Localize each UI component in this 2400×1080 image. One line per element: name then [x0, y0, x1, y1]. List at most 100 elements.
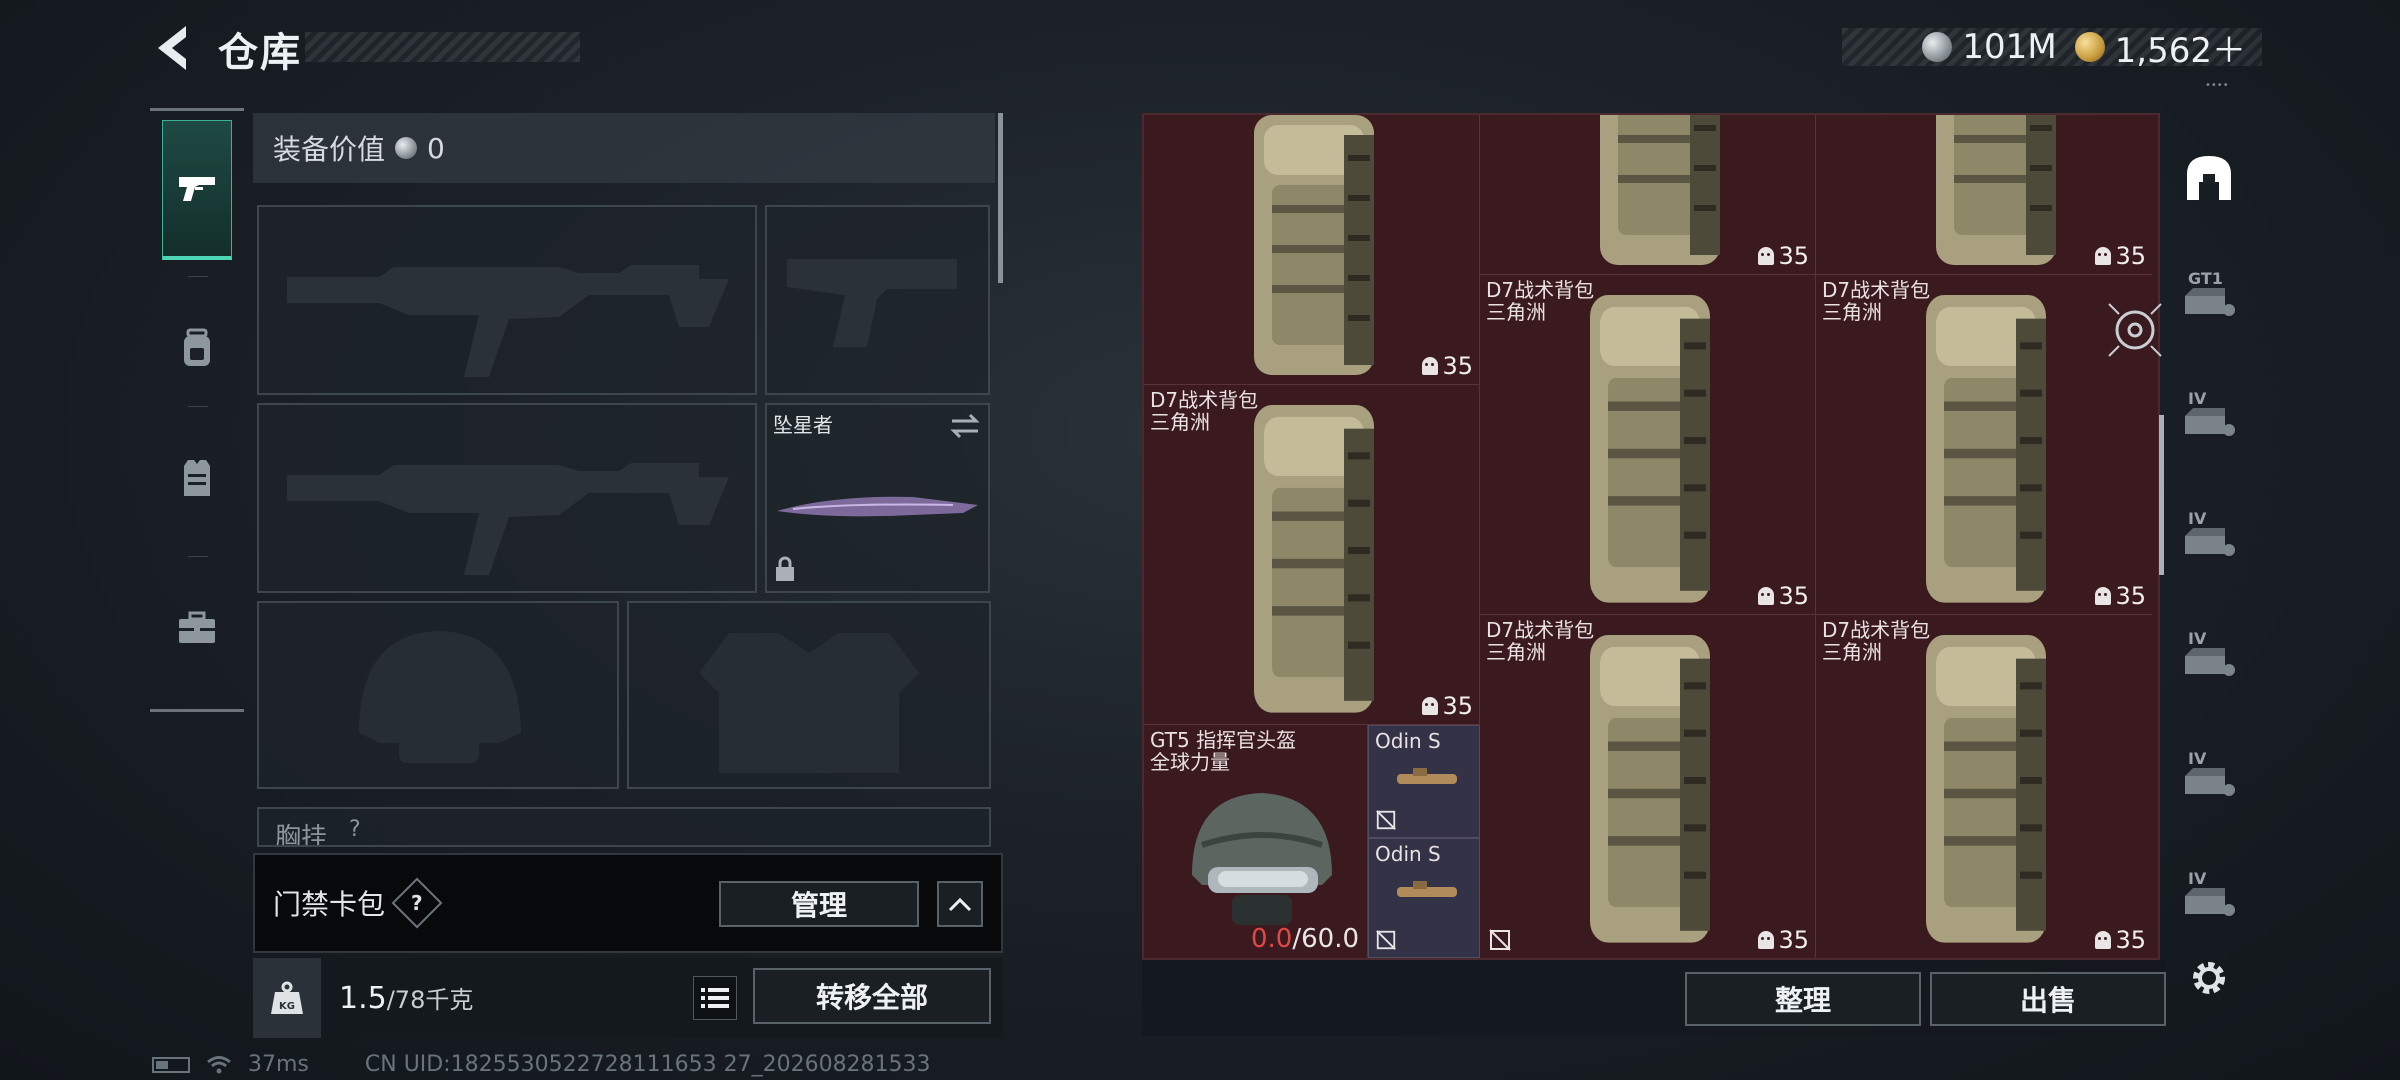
ghost-icon: [2095, 587, 2112, 605]
help-icon[interactable]: ?: [391, 877, 443, 929]
list-view-button[interactable]: [693, 976, 737, 1020]
currency-silver[interactable]: 101M: [1922, 27, 2057, 67]
currency-bar: 101M 1,562＋: [1842, 27, 2262, 71]
inventory-item-scope[interactable]: Odin S: [1368, 838, 1480, 958]
helmet-slot[interactable]: [257, 601, 619, 789]
container-tabs: GT1 IV IV IV IV IV: [2170, 113, 2246, 1023]
loadout-scrollbar[interactable]: [998, 113, 1003, 283]
inventory-item-helmet[interactable]: GT5 指挥官头盔 全球力量 0.0/60.0: [1144, 725, 1368, 958]
chest-rig-slot[interactable]: 胸挂 ?: [257, 807, 991, 847]
inventory-item[interactable]: D7战术背包 三角洲 35: [1816, 615, 2152, 958]
back-arrow-icon: [158, 26, 186, 70]
gold-coin-icon: [2074, 32, 2105, 62]
target-crosshair-icon[interactable]: [2105, 300, 2165, 360]
secondary-weapon-slot[interactable]: [765, 205, 990, 395]
currency-gold[interactable]: 1,562＋: [2074, 23, 2246, 72]
ping-text: 37ms: [248, 1052, 309, 1077]
blade-icon: [777, 496, 978, 517]
swap-icon[interactable]: [948, 411, 982, 441]
pistol-icon: [179, 176, 215, 201]
inventory-item[interactable]: 35: [1816, 115, 2152, 275]
inventory-item[interactable]: 35: [1480, 115, 1816, 275]
nav-weapons[interactable]: [162, 120, 232, 260]
backpack-item-icon: [1254, 405, 1374, 713]
helmet-item-icon: [1192, 793, 1332, 925]
armor-slot[interactable]: [627, 601, 991, 789]
left-nav: [150, 108, 244, 712]
melee-slot[interactable]: 坠星者: [765, 403, 990, 593]
no-insure-icon: [1489, 929, 1511, 951]
weight-max: /78千克: [386, 986, 474, 1014]
currency-silver-value: 101M: [1962, 27, 2057, 67]
battery-icon: [152, 1056, 190, 1073]
status-bar: 37ms CN UID:1825530522728111653 27_20260…: [152, 1052, 931, 1077]
tab-container-iv[interactable]: IV: [2178, 863, 2240, 933]
item-count: 35: [1758, 926, 1809, 954]
transfer-all-button[interactable]: 转移全部: [753, 968, 991, 1024]
tab-label: GT1: [2188, 269, 2223, 288]
vest-icon: [184, 460, 210, 496]
sell-button[interactable]: 出售: [1930, 972, 2166, 1026]
backpack-item-icon: [1926, 295, 2046, 603]
item-count: 35: [1422, 352, 1473, 380]
secondary-rifle-slot[interactable]: [257, 403, 757, 593]
nav-divider: [188, 276, 208, 277]
silver-coin-icon: [1922, 32, 1953, 62]
nav-vest[interactable]: [162, 408, 232, 548]
helmet-durability: 0.0/60.0: [1250, 924, 1359, 954]
silver-coin-icon: [395, 137, 418, 159]
currency-indicator-dots: ••••: [2205, 80, 2229, 91]
inventory-item[interactable]: 35: [1144, 115, 1480, 385]
backpack-item-icon: [1936, 115, 2056, 265]
manage-button[interactable]: 管理: [719, 881, 919, 927]
item-name: Odin S: [1375, 842, 1441, 866]
inventory-item[interactable]: D7战术背包 三角洲 35: [1144, 385, 1480, 725]
tab-label: IV: [2188, 869, 2207, 888]
no-insure-icon: [1376, 810, 1396, 830]
tab-home-container[interactable]: [2178, 143, 2240, 213]
nav-divider: [188, 556, 208, 557]
item-count: 35: [1422, 692, 1473, 720]
chevron-up-icon: [948, 897, 972, 912]
inventory-item-scope[interactable]: Odin S: [1368, 725, 1480, 838]
tab-container-gt1[interactable]: GT1: [2178, 263, 2240, 333]
tab-container-iv[interactable]: IV: [2178, 623, 2240, 693]
weight-icon: KG: [253, 958, 321, 1038]
inventory-item[interactable]: D7战术背包 三角洲 35: [1480, 275, 1816, 615]
nav-top-line: [150, 108, 244, 111]
ghost-icon: [1758, 587, 1775, 605]
collapse-button[interactable]: [937, 881, 983, 927]
primary-weapon-slot[interactable]: [257, 205, 757, 395]
nav-bottom-line: [150, 709, 244, 712]
rifle-silhouette-icon: [287, 265, 729, 377]
inventory-item[interactable]: D7战术背包 三角洲 35: [1816, 275, 2152, 615]
settings-button[interactable]: [2178, 943, 2240, 1013]
wifi-icon: [207, 1055, 231, 1073]
inventory-item[interactable]: D7战术背包 三角洲 35: [1480, 615, 1816, 958]
tab-container-iv[interactable]: IV: [2178, 383, 2240, 453]
lock-icon: [776, 556, 794, 581]
scope-item-icon: [1397, 768, 1457, 784]
back-button[interactable]: [150, 22, 200, 74]
tab-container-iv[interactable]: IV: [2178, 743, 2240, 813]
chest-rig-count: ?: [349, 817, 361, 842]
item-count: 35: [2095, 242, 2146, 270]
tab-container-iv[interactable]: IV: [2178, 503, 2240, 573]
nav-backpack[interactable]: [162, 278, 232, 418]
inventory-scrollbar[interactable]: [2159, 415, 2164, 575]
equip-value-label: 装备价值: [273, 133, 386, 166]
inventory-grid: 35 35 35 D7战术背包 三角洲 35 D7战术背包 三角洲 35 D7战术背…: [1142, 113, 2160, 960]
currency-gold-value: 1,562＋: [2114, 30, 2246, 71]
backpack-item-icon: [1600, 115, 1720, 265]
weight-icon-text: KG: [279, 1001, 295, 1012]
nav-briefcase[interactable]: [162, 558, 232, 698]
sort-button[interactable]: 整理: [1685, 972, 1921, 1026]
page-title: 仓库: [218, 30, 302, 76]
pistol-silhouette-icon: [787, 259, 957, 347]
item-count: 35: [2095, 926, 2146, 954]
backpack-icon: [184, 328, 210, 366]
ghost-icon: [1422, 357, 1439, 375]
backpack-item-icon: [1590, 635, 1710, 943]
ghost-icon: [1758, 247, 1775, 265]
title-decoration: [305, 32, 580, 62]
